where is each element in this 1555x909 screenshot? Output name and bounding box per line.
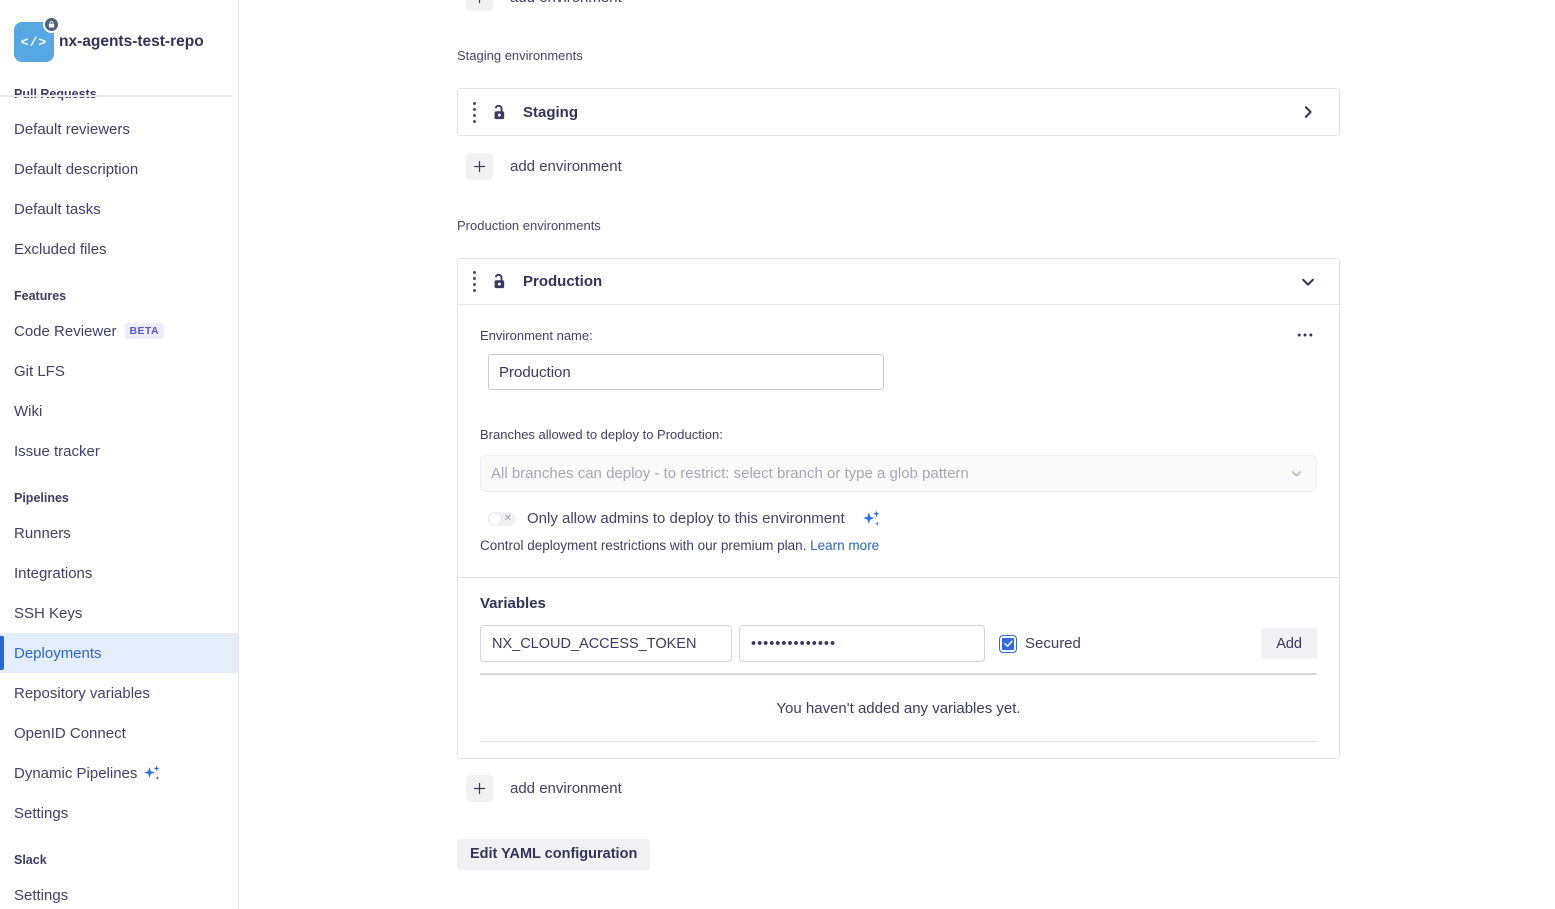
- secured-label: Secured: [1025, 635, 1081, 652]
- sidebar-section-pull-requests: Pull Requests: [14, 84, 230, 104]
- production-card-header[interactable]: Production: [458, 259, 1339, 305]
- variables-heading: Variables: [480, 595, 1317, 612]
- more-options-icon[interactable]: [1293, 323, 1317, 347]
- sidebar-item-integrations[interactable]: Integrations: [0, 553, 238, 593]
- sidebar-header-divider: [0, 95, 232, 97]
- sidebar-item-code-reviewer[interactable]: Code Reviewer BETA: [0, 311, 238, 351]
- private-lock-badge-icon: [43, 16, 60, 33]
- variables-empty-text: You haven't added any variables yet.: [480, 700, 1317, 717]
- beta-badge: BETA: [125, 323, 164, 339]
- production-card-body: Environment name: Branches allowed to de…: [458, 305, 1339, 577]
- premium-plan-text: Control deployment restrictions with our…: [480, 538, 806, 553]
- branch-select-placeholder: All branches can deploy - to restrict: s…: [491, 465, 1289, 482]
- code-icon: </>: [21, 35, 47, 50]
- variables-divider-bottom: [480, 741, 1317, 742]
- edit-yaml-configuration-button[interactable]: Edit YAML configuration: [457, 839, 650, 870]
- secured-checkbox[interactable]: [999, 635, 1017, 653]
- add-environment-button-staging[interactable]: add environment: [457, 150, 622, 182]
- staging-card-title: Staging: [523, 104, 578, 121]
- variables-section: Variables Secured Add You haven't added …: [458, 577, 1339, 758]
- sidebar-section-features: Features: [14, 286, 230, 306]
- unlock-icon: [488, 102, 509, 123]
- toggle-knob: [489, 513, 501, 525]
- staging-card-header[interactable]: Staging: [458, 89, 1339, 135]
- plus-icon: [466, 0, 493, 11]
- learn-more-link[interactable]: Learn more: [810, 538, 879, 553]
- toggle-cross-icon: ✕: [504, 513, 512, 524]
- repo-name[interactable]: nx-agents-test-repo: [59, 33, 204, 51]
- variable-name-input[interactable]: [480, 625, 732, 662]
- clipped-add-environment-row: add environment: [457, 0, 1340, 13]
- plus-icon: [466, 153, 493, 180]
- sidebar-item-repository-variables[interactable]: Repository variables: [0, 673, 238, 713]
- drag-handle-icon[interactable]: [468, 271, 480, 292]
- selected-indicator: [0, 636, 4, 670]
- sidebar-item-ssh-keys[interactable]: SSH Keys: [0, 593, 238, 633]
- settings-sidebar: </> nx-agents-test-repo Pull Requests De…: [0, 0, 239, 909]
- add-variable-button[interactable]: Add: [1261, 628, 1317, 659]
- sidebar-item-wiki[interactable]: Wiki: [0, 391, 238, 431]
- sparkle-icon: [142, 763, 162, 783]
- admins-only-label: Only allow admins to deploy to this envi…: [527, 510, 845, 527]
- sidebar-item-excluded-files[interactable]: Excluded files: [0, 229, 238, 269]
- drag-handle-icon[interactable]: [468, 102, 480, 123]
- sidebar-item-deployments[interactable]: Deployments: [0, 633, 238, 673]
- repo-header: </> nx-agents-test-repo: [14, 0, 230, 84]
- repo-avatar[interactable]: </>: [14, 22, 54, 62]
- unlock-icon: [488, 271, 509, 292]
- plus-icon: [466, 775, 493, 802]
- staging-environment-card: Staging: [457, 88, 1340, 136]
- sidebar-item-default-description[interactable]: Default description: [0, 149, 238, 189]
- chevron-down-icon[interactable]: [1299, 273, 1317, 291]
- branches-allowed-label: Branches allowed to deploy to Production…: [480, 427, 1317, 442]
- add-environment-button-production[interactable]: add environment: [457, 773, 622, 805]
- branch-restriction-select[interactable]: All branches can deploy - to restrict: s…: [480, 455, 1317, 492]
- production-environment-card: Production Environment name: Branches al…: [457, 258, 1340, 759]
- environment-name-input[interactable]: [488, 354, 884, 390]
- production-environments-label: Production environments: [457, 218, 1340, 233]
- environment-name-label: Environment name:: [480, 328, 593, 343]
- admins-only-toggle[interactable]: ✕: [488, 512, 516, 526]
- production-card-title: Production: [523, 273, 602, 290]
- chevron-right-icon[interactable]: [1299, 103, 1317, 121]
- deployments-settings-page: </> nx-agents-test-repo Pull Requests De…: [0, 0, 1555, 909]
- deployments-main: add environment Staging environments Sta…: [457, 0, 1340, 870]
- sidebar-section-slack: Slack: [14, 850, 230, 870]
- sidebar-item-issue-tracker[interactable]: Issue tracker: [0, 431, 238, 471]
- select-chevron-down-icon: [1289, 466, 1304, 481]
- sidebar-item-dynamic-pipelines[interactable]: Dynamic Pipelines: [0, 753, 238, 793]
- variable-value-input[interactable]: [739, 625, 985, 662]
- sidebar-item-default-reviewers[interactable]: Default reviewers: [0, 109, 238, 149]
- sidebar-item-openid-connect[interactable]: OpenID Connect: [0, 713, 238, 753]
- add-environment-button-top[interactable]: add environment: [457, 0, 622, 13]
- sidebar-section-pipelines: Pipelines: [14, 488, 230, 508]
- sidebar-item-runners[interactable]: Runners: [0, 513, 238, 553]
- sidebar-item-git-lfs[interactable]: Git LFS: [0, 351, 238, 391]
- staging-environments-label: Staging environments: [457, 48, 1340, 63]
- sidebar-item-pipelines-settings[interactable]: Settings: [0, 793, 238, 833]
- sidebar-item-slack-settings[interactable]: Settings: [0, 875, 238, 909]
- variables-divider: [480, 673, 1317, 675]
- sidebar-item-default-tasks[interactable]: Default tasks: [0, 189, 238, 229]
- premium-sparkle-icon: [861, 508, 882, 529]
